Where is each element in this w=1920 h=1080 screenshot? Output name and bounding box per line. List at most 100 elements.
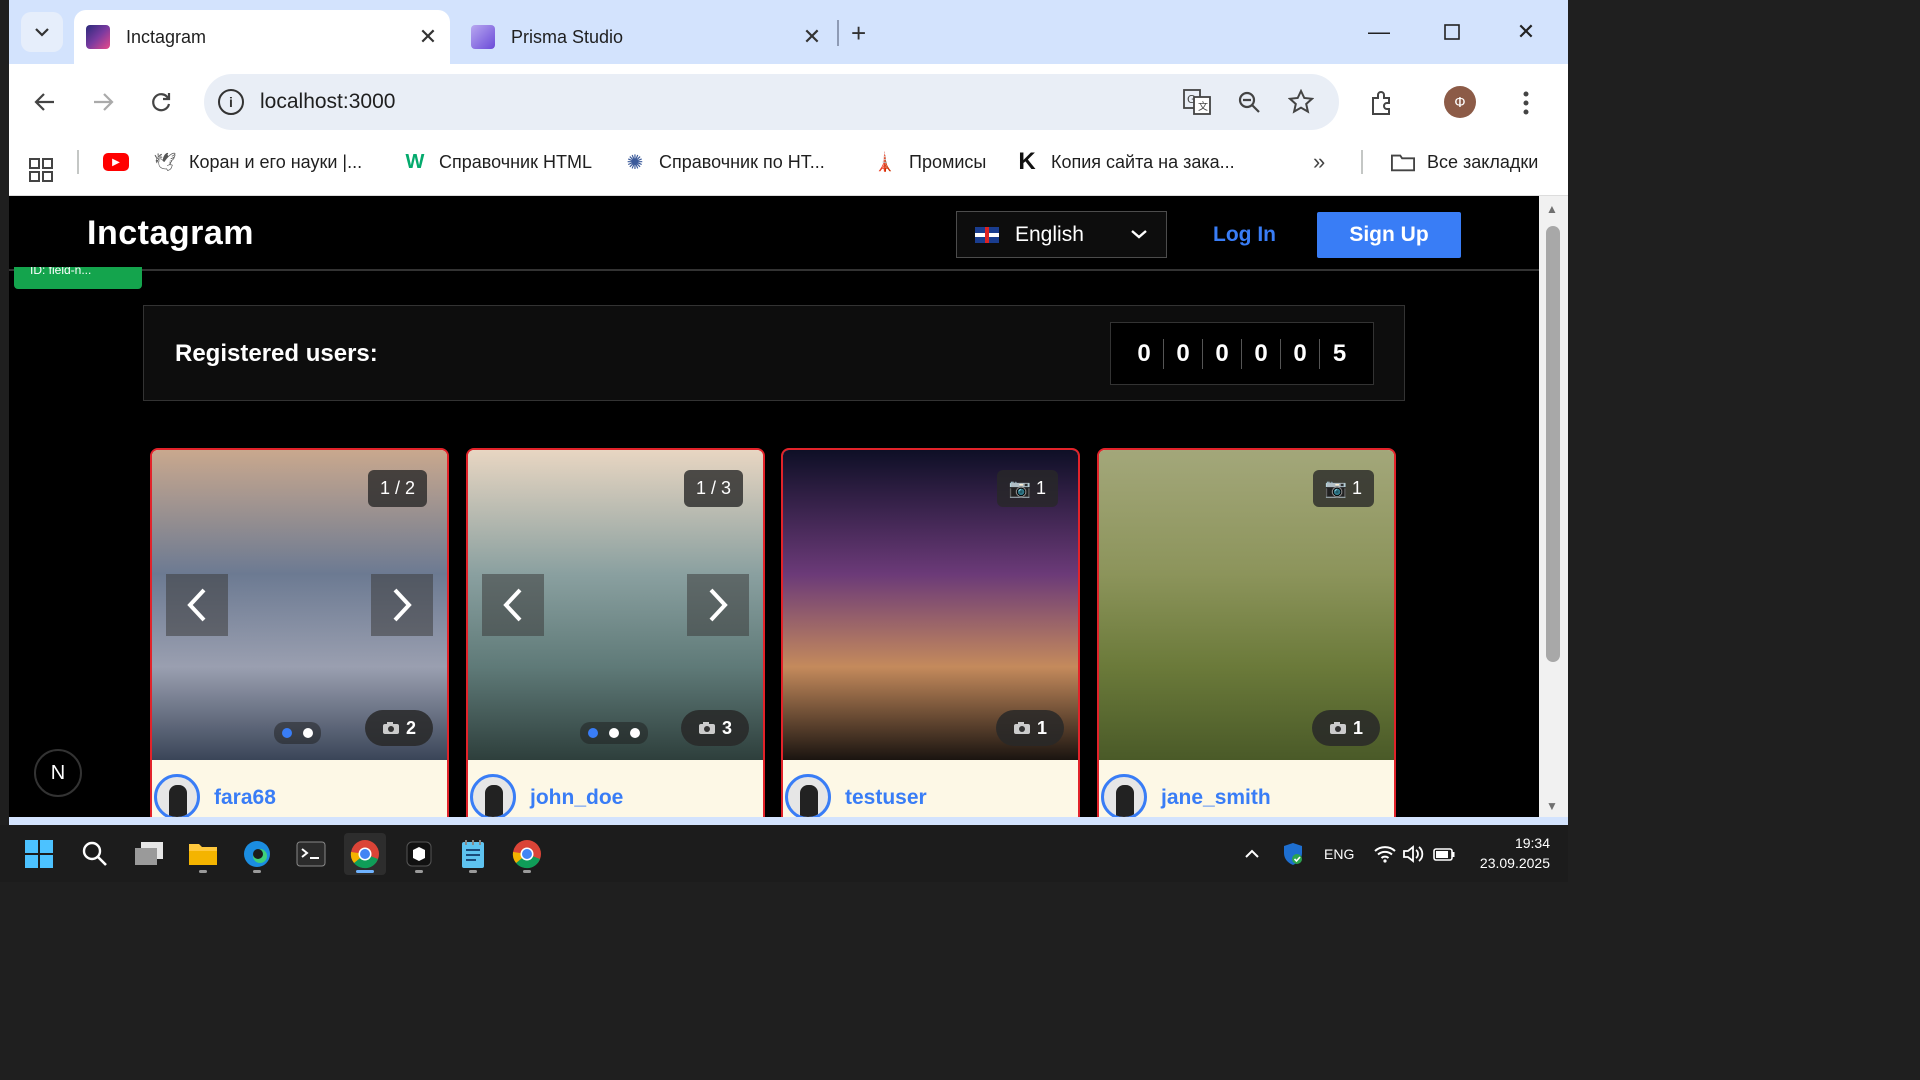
new-tab-button[interactable]: + [851,18,866,49]
bookmark-youtube[interactable]: ▶ [103,140,141,184]
prev-image-button[interactable] [166,574,228,636]
back-button[interactable] [27,84,63,120]
more-bookmarks-button[interactable]: » [1313,140,1325,184]
dev-badge: ID: field-n... [14,267,142,289]
notepad-button[interactable] [452,833,494,875]
system-clock[interactable]: 19:34 23.09.2025 [1470,833,1550,873]
close-tab-icon[interactable]: ✕ [798,23,826,51]
user-avatar[interactable] [1101,774,1147,817]
page-scrollbar[interactable]: ▲ ▼ [1539,196,1568,817]
zoom-icon[interactable] [1234,88,1264,116]
search-icon [82,841,107,866]
signup-button[interactable]: Sign Up [1317,212,1461,258]
arrow-left-icon [34,93,54,111]
bookmark-star-icon[interactable] [1286,88,1316,116]
extensions-icon[interactable] [1365,86,1399,120]
scroll-down-icon[interactable]: ▼ [1546,799,1558,813]
bookmarks-bar: ▶ 🕊 Коран и его науки |... W Справочник … [9,140,1568,196]
chrome-button-active[interactable] [344,833,386,875]
bookmark-3[interactable]: ✺ Справочник по HT... [623,140,825,184]
next-image-button[interactable] [371,574,433,636]
file-explorer-button[interactable] [182,833,224,875]
carousel-dot[interactable] [630,728,640,738]
user-avatar[interactable] [785,774,831,817]
bookmark-4[interactable]: 🗼 Промисы [873,140,987,184]
svg-text:G: G [1187,93,1196,106]
post-card[interactable]: 📷 1 1 testuser [781,448,1080,817]
user-avatar[interactable] [154,774,200,817]
close-window-button[interactable]: ✕ [1506,14,1546,50]
apps-icon[interactable] [29,148,53,192]
nextjs-devtools-button[interactable]: N [34,749,82,797]
battery-icon[interactable] [1432,825,1456,882]
tab-inctagram[interactable]: Inctagram ✕ [74,10,450,64]
post-page-indicator: 📷 1 [996,470,1058,507]
scroll-up-icon[interactable]: ▲ [1546,202,1558,216]
login-link[interactable]: Log In [1213,223,1276,247]
menu-kebab-icon[interactable] [1509,86,1543,120]
input-language[interactable]: ENG [1324,825,1354,882]
search-button[interactable] [74,833,116,875]
username-link[interactable]: jane_smith [1161,786,1271,810]
close-tab-icon[interactable]: ✕ [414,23,442,51]
prev-image-button[interactable] [482,574,544,636]
username-link[interactable]: john_doe [530,786,623,810]
username-link[interactable]: fara68 [214,786,276,810]
bookmark-1[interactable]: 🕊 Коран и его науки |... [153,140,363,184]
volume-icon[interactable] [1402,825,1424,882]
bookmark-5[interactable]: K Копия сайта на зака... [1015,140,1234,184]
terminal-button[interactable] [290,833,332,875]
scrollbar-thumb[interactable] [1546,226,1560,662]
cube-icon [406,841,432,867]
minimize-button[interactable]: — [1359,14,1399,50]
registered-users-panel: Registered users: 0 0 0 0 0 5 [143,305,1405,401]
post-card[interactable]: 1 / 3 3 john_doe [466,448,765,817]
reload-button[interactable] [143,84,179,120]
photo-count-badge: 3 [681,710,749,746]
site-logo[interactable]: Inctagram [87,214,254,253]
chrome-button[interactable] [506,833,548,875]
maximize-icon [1444,24,1460,40]
defender-icon[interactable] [1282,825,1304,882]
address-bar[interactable]: i localhost:3000 G文 [204,74,1339,130]
carousel-dot[interactable] [609,728,619,738]
start-button[interactable] [18,833,60,875]
counter-digit: 5 [1332,339,1347,367]
tab-title: Prisma Studio [511,26,624,47]
chevron-right-icon [709,588,728,622]
post-card[interactable]: 📷 1 1 jane_smith [1097,448,1396,817]
carousel-dot[interactable] [282,728,292,738]
task-view-button[interactable] [128,833,170,875]
all-bookmarks-button[interactable]: Все закладки [1391,140,1538,184]
carousel-dot[interactable] [303,728,313,738]
language-select[interactable]: English [956,211,1167,258]
wifi-icon[interactable] [1374,825,1396,882]
site-info-icon[interactable]: i [218,89,244,115]
maximize-button[interactable] [1432,14,1472,50]
cube-app-button[interactable] [398,833,440,875]
edge-button[interactable] [236,833,278,875]
carousel-dot[interactable] [588,728,598,738]
post-footer: fara68 [152,760,447,817]
next-image-button[interactable] [687,574,749,636]
photo-count: 1 [1352,717,1363,738]
url-text[interactable]: localhost:3000 [260,90,395,114]
translate-icon[interactable]: G文 [1182,88,1212,116]
bookmark-2[interactable]: W Справочник HTML [403,140,592,184]
profile-avatar[interactable]: Ф [1444,86,1476,118]
task-view-icon [135,842,163,865]
tray-overflow-button[interactable] [1244,825,1260,882]
forward-button[interactable] [85,84,121,120]
photo-count: 1 [1036,717,1047,738]
tab-search-button[interactable] [21,12,63,52]
user-avatar[interactable] [470,774,516,817]
username-link[interactable]: testuser [845,786,927,810]
windows-taskbar: ENG 19:34 23.09.2025 [0,825,1568,882]
chevron-left-icon [187,588,206,622]
tab-title: Inctagram [126,26,207,47]
bookmark-separator [77,150,79,174]
clock-date: 23.09.2025 [1479,855,1550,871]
tab-prisma-studio[interactable]: Prisma Studio ✕ [459,10,834,64]
camera-icon [1013,722,1030,734]
post-card[interactable]: 1 / 2 2 fara68 [150,448,449,817]
